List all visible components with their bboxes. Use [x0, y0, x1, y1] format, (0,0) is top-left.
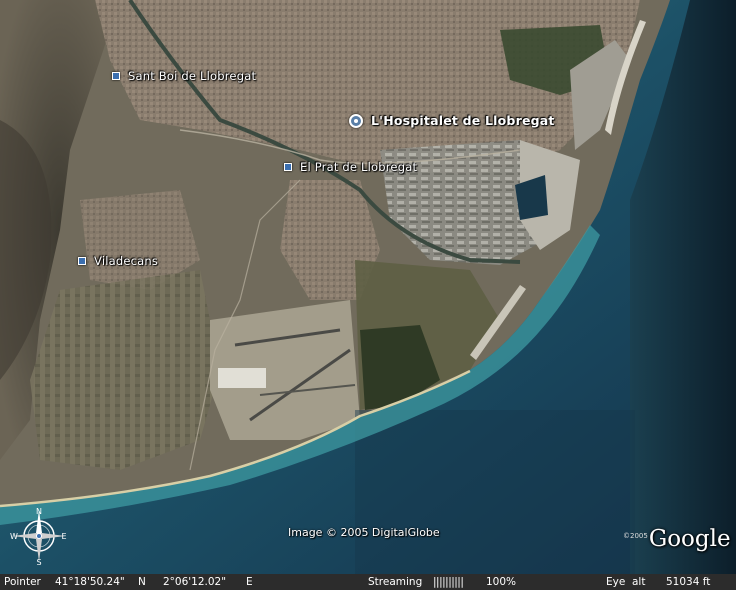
place-hospitalet[interactable]: L'Hospitalet de Llobregat	[349, 113, 555, 128]
imagery-attribution: Image © 2005 DigitalGlobe	[288, 526, 440, 539]
eye-altitude-value: 51034 ft	[666, 576, 711, 588]
compass-rose-icon[interactable]: N E W S	[8, 505, 70, 567]
square-marker-icon	[284, 163, 292, 171]
google-logo: ©2005 Google	[623, 526, 731, 552]
streaming-progress-bars: ||||||||||	[433, 576, 464, 588]
place-label: Sant Boi de Llobregat	[128, 69, 257, 83]
place-label: El Prat de Llobregat	[300, 160, 418, 174]
compass-n: N	[36, 507, 42, 516]
farmland	[30, 270, 220, 470]
satellite-imagery[interactable]	[0, 0, 736, 574]
square-marker-icon	[78, 257, 86, 265]
compass-e: E	[61, 532, 66, 541]
compass-w: W	[10, 532, 18, 541]
compass-s: S	[36, 558, 41, 567]
place-sant-boi[interactable]: Sant Boi de Llobregat	[112, 69, 256, 83]
pointer-latitude: 41°18'50.24"	[55, 576, 125, 588]
pointer-lon-hemisphere: E	[246, 576, 253, 588]
pointer-lat-hemisphere: N	[138, 576, 146, 588]
place-viladecans[interactable]: Viladecans	[78, 254, 158, 268]
eye-altitude-label: Eye alt	[606, 576, 646, 588]
ring-marker-icon	[349, 113, 363, 128]
square-marker-icon	[112, 72, 120, 80]
status-bar: Pointer 41°18'50.24" N 2°06'12.02" E Str…	[0, 574, 736, 590]
place-el-prat[interactable]: El Prat de Llobregat	[284, 160, 417, 174]
place-label: L'Hospitalet de Llobregat	[371, 113, 555, 128]
streaming-percent: 100%	[486, 576, 517, 588]
place-label: Viladecans	[94, 254, 159, 268]
logo-year: ©2005	[623, 532, 648, 540]
pointer-label: Pointer	[4, 576, 41, 588]
map-viewport[interactable]: Sant Boi de Llobregat L'Hospitalet de Ll…	[0, 0, 736, 590]
streaming-label: Streaming	[368, 576, 423, 588]
airport-terminal	[218, 368, 266, 388]
pointer-longitude: 2°06'12.02"	[163, 576, 227, 588]
logo-wordmark: Google	[648, 526, 731, 552]
sea-tile-seam	[355, 410, 635, 574]
